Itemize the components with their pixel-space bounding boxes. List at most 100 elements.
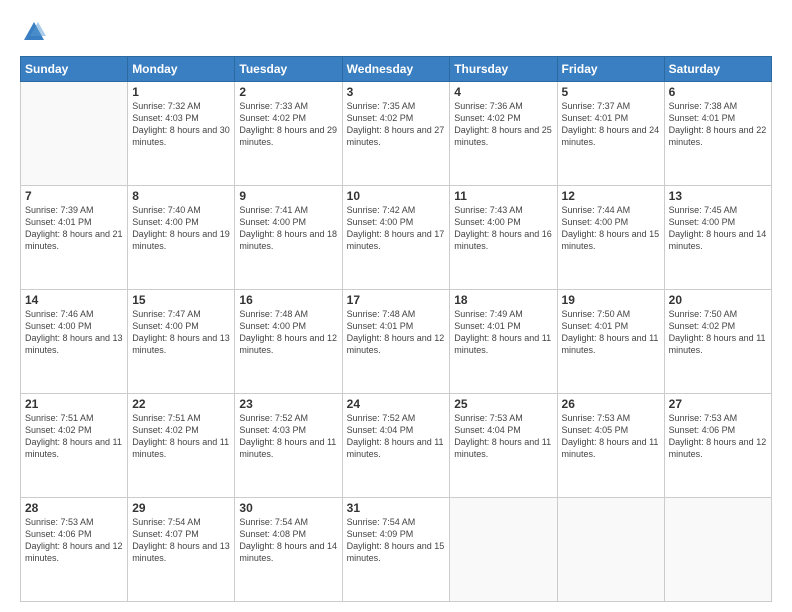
day-number: 16 bbox=[239, 293, 337, 307]
calendar-cell: 21Sunrise: 7:51 AM Sunset: 4:02 PM Dayli… bbox=[21, 394, 128, 498]
day-info: Sunrise: 7:40 AM Sunset: 4:00 PM Dayligh… bbox=[132, 204, 230, 253]
day-info: Sunrise: 7:38 AM Sunset: 4:01 PM Dayligh… bbox=[669, 100, 767, 149]
calendar-cell: 4Sunrise: 7:36 AM Sunset: 4:02 PM Daylig… bbox=[450, 82, 557, 186]
calendar-cell: 10Sunrise: 7:42 AM Sunset: 4:00 PM Dayli… bbox=[342, 186, 450, 290]
day-number: 8 bbox=[132, 189, 230, 203]
day-number: 10 bbox=[347, 189, 446, 203]
day-number: 27 bbox=[669, 397, 767, 411]
day-number: 12 bbox=[562, 189, 660, 203]
day-info: Sunrise: 7:36 AM Sunset: 4:02 PM Dayligh… bbox=[454, 100, 552, 149]
day-number: 2 bbox=[239, 85, 337, 99]
day-info: Sunrise: 7:35 AM Sunset: 4:02 PM Dayligh… bbox=[347, 100, 446, 149]
calendar-cell bbox=[21, 82, 128, 186]
day-info: Sunrise: 7:51 AM Sunset: 4:02 PM Dayligh… bbox=[132, 412, 230, 461]
weekday-header-friday: Friday bbox=[557, 57, 664, 82]
calendar-week-row: 21Sunrise: 7:51 AM Sunset: 4:02 PM Dayli… bbox=[21, 394, 772, 498]
day-info: Sunrise: 7:32 AM Sunset: 4:03 PM Dayligh… bbox=[132, 100, 230, 149]
day-number: 15 bbox=[132, 293, 230, 307]
day-info: Sunrise: 7:52 AM Sunset: 4:03 PM Dayligh… bbox=[239, 412, 337, 461]
day-number: 26 bbox=[562, 397, 660, 411]
calendar-cell: 9Sunrise: 7:41 AM Sunset: 4:00 PM Daylig… bbox=[235, 186, 342, 290]
day-info: Sunrise: 7:46 AM Sunset: 4:00 PM Dayligh… bbox=[25, 308, 123, 357]
day-number: 7 bbox=[25, 189, 123, 203]
calendar-cell bbox=[450, 498, 557, 602]
day-number: 28 bbox=[25, 501, 123, 515]
calendar-body: 1Sunrise: 7:32 AM Sunset: 4:03 PM Daylig… bbox=[21, 82, 772, 602]
calendar-cell: 15Sunrise: 7:47 AM Sunset: 4:00 PM Dayli… bbox=[128, 290, 235, 394]
weekday-header-sunday: Sunday bbox=[21, 57, 128, 82]
day-info: Sunrise: 7:42 AM Sunset: 4:00 PM Dayligh… bbox=[347, 204, 446, 253]
day-number: 23 bbox=[239, 397, 337, 411]
day-info: Sunrise: 7:43 AM Sunset: 4:00 PM Dayligh… bbox=[454, 204, 552, 253]
weekday-header-row: SundayMondayTuesdayWednesdayThursdayFrid… bbox=[21, 57, 772, 82]
calendar-cell: 23Sunrise: 7:52 AM Sunset: 4:03 PM Dayli… bbox=[235, 394, 342, 498]
weekday-header-saturday: Saturday bbox=[664, 57, 771, 82]
day-number: 13 bbox=[669, 189, 767, 203]
day-info: Sunrise: 7:50 AM Sunset: 4:01 PM Dayligh… bbox=[562, 308, 660, 357]
calendar-cell: 25Sunrise: 7:53 AM Sunset: 4:04 PM Dayli… bbox=[450, 394, 557, 498]
calendar-cell: 27Sunrise: 7:53 AM Sunset: 4:06 PM Dayli… bbox=[664, 394, 771, 498]
day-info: Sunrise: 7:39 AM Sunset: 4:01 PM Dayligh… bbox=[25, 204, 123, 253]
day-info: Sunrise: 7:53 AM Sunset: 4:06 PM Dayligh… bbox=[669, 412, 767, 461]
calendar-cell: 19Sunrise: 7:50 AM Sunset: 4:01 PM Dayli… bbox=[557, 290, 664, 394]
weekday-header-wednesday: Wednesday bbox=[342, 57, 450, 82]
calendar-cell: 5Sunrise: 7:37 AM Sunset: 4:01 PM Daylig… bbox=[557, 82, 664, 186]
day-info: Sunrise: 7:44 AM Sunset: 4:00 PM Dayligh… bbox=[562, 204, 660, 253]
day-number: 20 bbox=[669, 293, 767, 307]
calendar-cell: 22Sunrise: 7:51 AM Sunset: 4:02 PM Dayli… bbox=[128, 394, 235, 498]
calendar-cell: 18Sunrise: 7:49 AM Sunset: 4:01 PM Dayli… bbox=[450, 290, 557, 394]
calendar-cell bbox=[557, 498, 664, 602]
calendar-cell: 13Sunrise: 7:45 AM Sunset: 4:00 PM Dayli… bbox=[664, 186, 771, 290]
calendar-table: SundayMondayTuesdayWednesdayThursdayFrid… bbox=[20, 56, 772, 602]
day-info: Sunrise: 7:45 AM Sunset: 4:00 PM Dayligh… bbox=[669, 204, 767, 253]
day-number: 18 bbox=[454, 293, 552, 307]
day-info: Sunrise: 7:49 AM Sunset: 4:01 PM Dayligh… bbox=[454, 308, 552, 357]
day-number: 3 bbox=[347, 85, 446, 99]
calendar-cell: 12Sunrise: 7:44 AM Sunset: 4:00 PM Dayli… bbox=[557, 186, 664, 290]
day-info: Sunrise: 7:50 AM Sunset: 4:02 PM Dayligh… bbox=[669, 308, 767, 357]
calendar-cell: 7Sunrise: 7:39 AM Sunset: 4:01 PM Daylig… bbox=[21, 186, 128, 290]
calendar-cell: 11Sunrise: 7:43 AM Sunset: 4:00 PM Dayli… bbox=[450, 186, 557, 290]
calendar-cell: 1Sunrise: 7:32 AM Sunset: 4:03 PM Daylig… bbox=[128, 82, 235, 186]
day-info: Sunrise: 7:37 AM Sunset: 4:01 PM Dayligh… bbox=[562, 100, 660, 149]
calendar-cell: 26Sunrise: 7:53 AM Sunset: 4:05 PM Dayli… bbox=[557, 394, 664, 498]
calendar-cell: 24Sunrise: 7:52 AM Sunset: 4:04 PM Dayli… bbox=[342, 394, 450, 498]
calendar-week-row: 7Sunrise: 7:39 AM Sunset: 4:01 PM Daylig… bbox=[21, 186, 772, 290]
day-number: 5 bbox=[562, 85, 660, 99]
weekday-header-tuesday: Tuesday bbox=[235, 57, 342, 82]
header bbox=[20, 18, 772, 46]
calendar-week-row: 14Sunrise: 7:46 AM Sunset: 4:00 PM Dayli… bbox=[21, 290, 772, 394]
day-number: 29 bbox=[132, 501, 230, 515]
weekday-header-monday: Monday bbox=[128, 57, 235, 82]
day-info: Sunrise: 7:54 AM Sunset: 4:07 PM Dayligh… bbox=[132, 516, 230, 565]
day-number: 19 bbox=[562, 293, 660, 307]
day-number: 14 bbox=[25, 293, 123, 307]
calendar-cell: 31Sunrise: 7:54 AM Sunset: 4:09 PM Dayli… bbox=[342, 498, 450, 602]
day-number: 4 bbox=[454, 85, 552, 99]
calendar-cell: 30Sunrise: 7:54 AM Sunset: 4:08 PM Dayli… bbox=[235, 498, 342, 602]
calendar-cell: 16Sunrise: 7:48 AM Sunset: 4:00 PM Dayli… bbox=[235, 290, 342, 394]
day-info: Sunrise: 7:47 AM Sunset: 4:00 PM Dayligh… bbox=[132, 308, 230, 357]
day-number: 25 bbox=[454, 397, 552, 411]
day-info: Sunrise: 7:48 AM Sunset: 4:01 PM Dayligh… bbox=[347, 308, 446, 357]
day-info: Sunrise: 7:54 AM Sunset: 4:08 PM Dayligh… bbox=[239, 516, 337, 565]
day-info: Sunrise: 7:48 AM Sunset: 4:00 PM Dayligh… bbox=[239, 308, 337, 357]
day-info: Sunrise: 7:53 AM Sunset: 4:06 PM Dayligh… bbox=[25, 516, 123, 565]
day-number: 11 bbox=[454, 189, 552, 203]
logo bbox=[20, 18, 52, 46]
day-info: Sunrise: 7:52 AM Sunset: 4:04 PM Dayligh… bbox=[347, 412, 446, 461]
day-number: 6 bbox=[669, 85, 767, 99]
day-info: Sunrise: 7:53 AM Sunset: 4:04 PM Dayligh… bbox=[454, 412, 552, 461]
weekday-header-thursday: Thursday bbox=[450, 57, 557, 82]
day-number: 17 bbox=[347, 293, 446, 307]
calendar-cell: 3Sunrise: 7:35 AM Sunset: 4:02 PM Daylig… bbox=[342, 82, 450, 186]
calendar-cell: 8Sunrise: 7:40 AM Sunset: 4:00 PM Daylig… bbox=[128, 186, 235, 290]
calendar-cell: 2Sunrise: 7:33 AM Sunset: 4:02 PM Daylig… bbox=[235, 82, 342, 186]
day-info: Sunrise: 7:51 AM Sunset: 4:02 PM Dayligh… bbox=[25, 412, 123, 461]
day-info: Sunrise: 7:53 AM Sunset: 4:05 PM Dayligh… bbox=[562, 412, 660, 461]
page: SundayMondayTuesdayWednesdayThursdayFrid… bbox=[0, 0, 792, 612]
calendar-week-row: 1Sunrise: 7:32 AM Sunset: 4:03 PM Daylig… bbox=[21, 82, 772, 186]
day-number: 31 bbox=[347, 501, 446, 515]
day-info: Sunrise: 7:54 AM Sunset: 4:09 PM Dayligh… bbox=[347, 516, 446, 565]
day-number: 30 bbox=[239, 501, 337, 515]
